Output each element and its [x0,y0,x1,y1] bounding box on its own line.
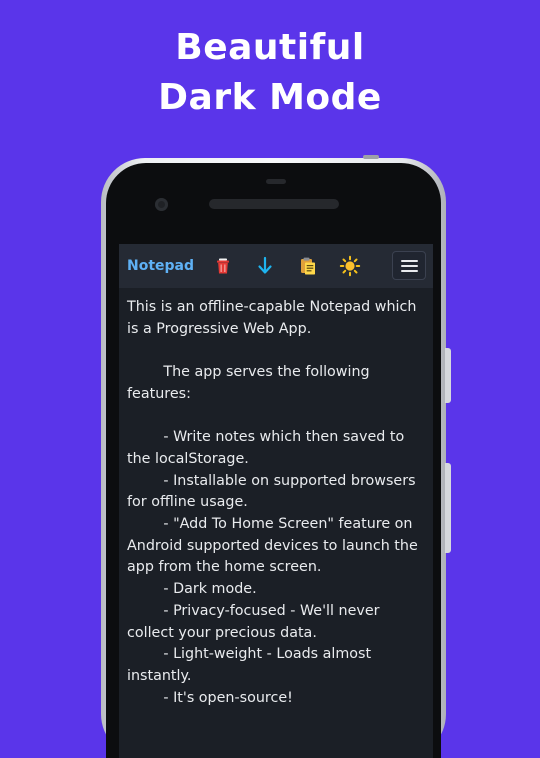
phone-sensor [266,179,286,184]
promo-headline-line1: Beautiful [175,27,365,68]
phone-frame: Notepad This is an offline-capable Notep… [101,155,451,758]
sun-icon[interactable] [339,255,361,277]
promo-headline-line2: Dark Mode [158,77,382,118]
trash-icon[interactable] [212,255,234,277]
menu-bar [401,270,418,272]
phone-bezel: Notepad This is an offline-capable Notep… [106,163,441,758]
phone-speaker [209,199,339,209]
app-brand[interactable]: Notepad [127,258,194,274]
menu-bar [401,260,418,262]
phone-top-slot [363,155,379,159]
menu-bar [401,265,418,267]
note-textarea[interactable]: This is an offline-capable Notepad which… [119,288,433,758]
phone-power-button [445,348,451,403]
phone-volume-button [445,463,451,553]
hamburger-menu-icon[interactable] [392,251,426,280]
front-camera-icon [155,198,168,211]
download-icon[interactable] [254,255,276,277]
clipboard-icon[interactable] [297,255,319,277]
app-navbar: Notepad [119,244,433,288]
app-screen: Notepad This is an offline-capable Notep… [119,244,433,758]
